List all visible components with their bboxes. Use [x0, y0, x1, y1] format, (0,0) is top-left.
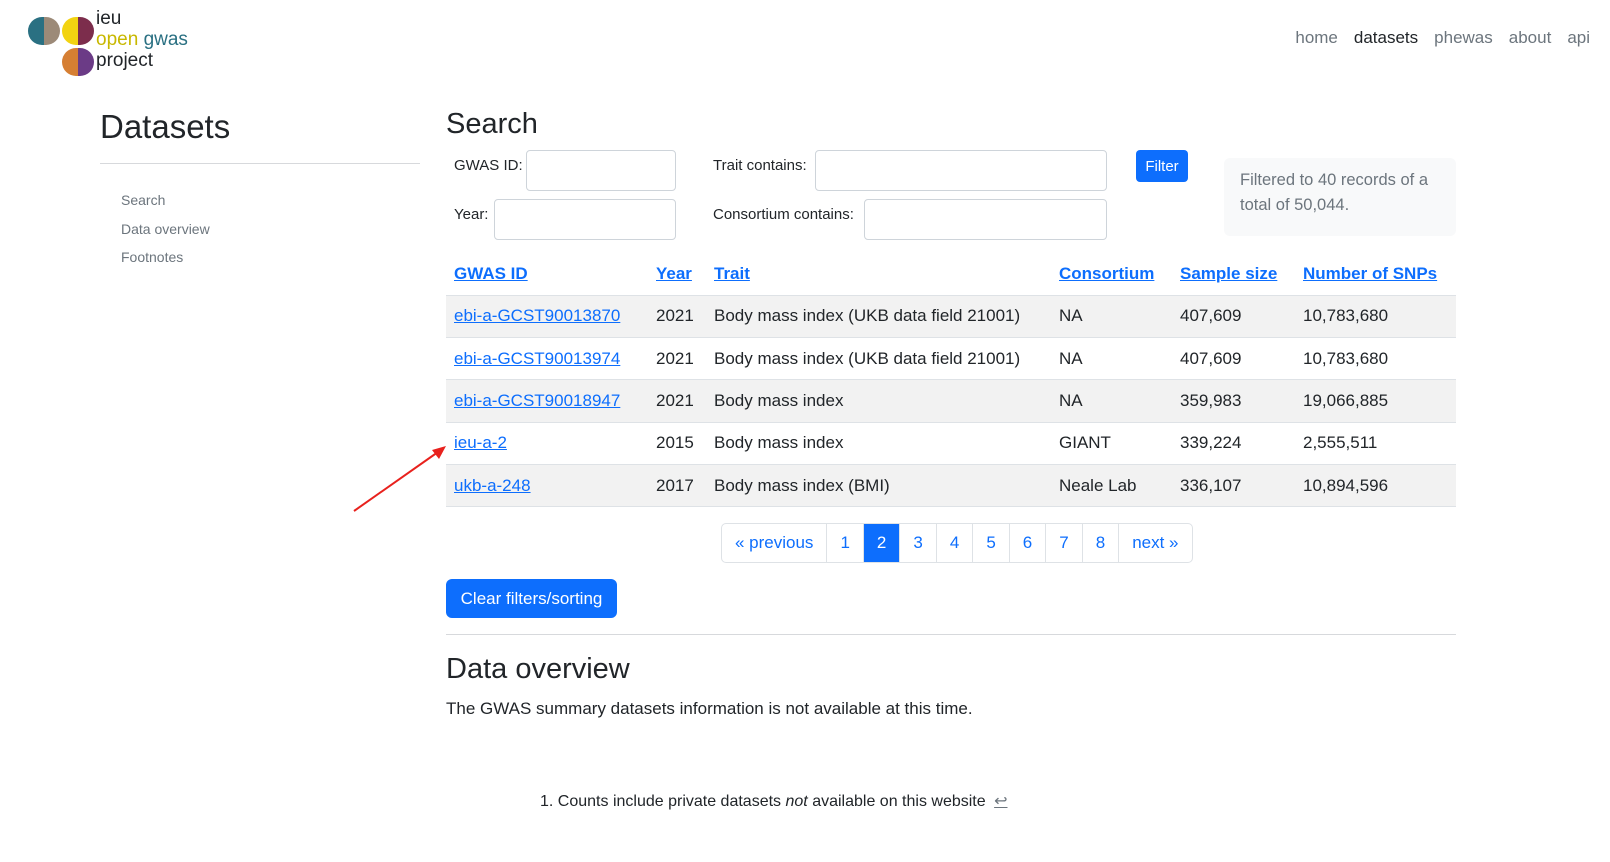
filter-button[interactable]: Filter — [1136, 150, 1188, 182]
sample-size-cell: 407,609 — [1172, 295, 1295, 338]
page-next[interactable]: next » — [1118, 524, 1191, 562]
trait-cell: Body mass index — [706, 422, 1051, 466]
page-3[interactable]: 3 — [899, 524, 935, 562]
gwas-id-link[interactable]: ieu-a-2 — [454, 433, 507, 452]
page-previous[interactable]: « previous — [722, 524, 826, 562]
trait-cell: Body mass index (UKB data field 21001) — [706, 337, 1051, 381]
section-divider — [446, 634, 1456, 635]
sidebar-divider — [100, 163, 420, 164]
sidebar-item-search[interactable]: Search — [121, 186, 210, 215]
table-row: ebi-a-GCST90013870 2021 Body mass index … — [446, 295, 1456, 338]
trait-input[interactable] — [815, 150, 1107, 191]
footnote-item: 1. Counts include private datasets not a… — [540, 791, 1008, 811]
page-5[interactable]: 5 — [972, 524, 1008, 562]
gwas-id-input[interactable] — [526, 150, 676, 191]
year-cell: 2021 — [648, 379, 706, 423]
table-row: ukb-a-248 2017 Body mass index (BMI) Nea… — [446, 464, 1456, 508]
site-logo[interactable]: ieu open gwas project — [28, 8, 208, 76]
col-header-number-of-snps[interactable]: Number of SNPs — [1295, 253, 1456, 296]
sidebar-item-footnotes[interactable]: Footnotes — [121, 243, 210, 272]
table-row: ebi-a-GCST90018947 2021 Body mass index … — [446, 379, 1456, 423]
logo-mark-top — [62, 17, 94, 45]
page-title: Datasets — [100, 108, 231, 145]
consortium-input[interactable] — [864, 199, 1107, 240]
sidebar-nav: Search Data overview Footnotes — [121, 186, 210, 272]
page-8[interactable]: 8 — [1081, 524, 1118, 562]
year-label: Year: — [454, 206, 489, 223]
nav-about[interactable]: about — [1501, 27, 1560, 49]
page-7[interactable]: 7 — [1045, 524, 1081, 562]
sidebar-item-data-overview[interactable]: Data overview — [121, 215, 210, 244]
data-overview-heading: Data overview — [446, 653, 630, 685]
year-cell: 2021 — [648, 295, 706, 338]
snps-cell: 10,783,680 — [1295, 295, 1456, 338]
footnote-backref-icon[interactable]: ↩ — [994, 793, 1007, 810]
annotation-arrow-icon — [353, 446, 446, 512]
logo-text-ieu: ieu — [96, 8, 122, 29]
gwas-id-link[interactable]: ebi-a-GCST90013870 — [454, 306, 620, 325]
gwas-id-link[interactable]: ukb-a-248 — [454, 476, 531, 495]
consortium-label: Consortium contains: — [713, 206, 854, 223]
gwas-id-link[interactable]: ebi-a-GCST90018947 — [454, 391, 620, 410]
col-header-gwas-id[interactable]: GWAS ID — [446, 253, 648, 296]
consortium-cell: NA — [1051, 379, 1172, 423]
logo-text-open-gwas: open gwas — [96, 29, 188, 50]
consortium-cell: Neale Lab — [1051, 464, 1172, 508]
sample-size-cell: 336,107 — [1172, 464, 1295, 508]
year-cell: 2015 — [648, 422, 706, 466]
results-table: GWAS ID Year Trait Consortium Sample siz… — [446, 253, 1456, 508]
data-overview-text: The GWAS summary datasets information is… — [446, 699, 973, 718]
table-row: ebi-a-GCST90013974 2021 Body mass index … — [446, 337, 1456, 381]
trait-label: Trait contains: — [713, 157, 807, 174]
footnote-text-after: available on this website — [812, 793, 986, 810]
trait-cell: Body mass index (BMI) — [706, 464, 1051, 508]
sample-size-cell: 339,224 — [1172, 422, 1295, 466]
page-2-current[interactable]: 2 — [862, 524, 900, 562]
sample-size-cell: 359,983 — [1172, 379, 1295, 423]
snps-cell: 19,066,885 — [1295, 379, 1456, 423]
search-heading: Search — [446, 108, 538, 140]
col-header-trait[interactable]: Trait — [706, 253, 1051, 296]
consortium-cell: GIANT — [1051, 422, 1172, 466]
sample-size-cell: 407,609 — [1172, 337, 1295, 381]
trait-cell: Body mass index (UKB data field 21001) — [706, 295, 1051, 338]
col-header-sample-size[interactable]: Sample size — [1172, 253, 1295, 296]
consortium-cell: NA — [1051, 295, 1172, 338]
logo-mark-left — [28, 17, 60, 45]
footnote-number: 1. — [540, 793, 554, 810]
main-content: Search GWAS ID: Year: Trait contains: Co… — [446, 0, 1456, 862]
year-cell: 2021 — [648, 337, 706, 381]
logo-text-project: project — [96, 50, 154, 71]
year-input[interactable] — [494, 199, 676, 240]
page-6[interactable]: 6 — [1008, 524, 1045, 562]
page-1[interactable]: 1 — [826, 524, 862, 562]
gwas-id-label: GWAS ID: — [454, 157, 523, 174]
trait-cell: Body mass index — [706, 379, 1051, 423]
table-header-row: GWAS ID Year Trait Consortium Sample siz… — [446, 253, 1456, 296]
table-row: ieu-a-2 2015 Body mass index GIANT 339,2… — [446, 422, 1456, 466]
gwas-id-link[interactable]: ebi-a-GCST90013974 — [454, 349, 620, 368]
filter-status: Filtered to 40 records of a total of 50,… — [1224, 158, 1456, 236]
clear-filters-button[interactable]: Clear filters/sorting — [446, 579, 617, 618]
col-header-year[interactable]: Year — [648, 253, 706, 296]
year-cell: 2017 — [648, 464, 706, 508]
footnote-emphasis: not — [785, 793, 808, 810]
snps-cell: 2,555,511 — [1295, 422, 1456, 466]
snps-cell: 10,783,680 — [1295, 337, 1456, 381]
consortium-cell: NA — [1051, 337, 1172, 381]
footnote-text-before: Counts include private datasets — [557, 793, 782, 810]
page-4[interactable]: 4 — [935, 524, 972, 562]
pagination: « previous 1 2 3 4 5 6 7 8 next » — [721, 523, 1193, 563]
nav-api[interactable]: api — [1559, 27, 1598, 49]
col-header-consortium[interactable]: Consortium — [1051, 253, 1172, 296]
logo-mark-bottom — [62, 48, 94, 76]
snps-cell: 10,894,596 — [1295, 464, 1456, 508]
